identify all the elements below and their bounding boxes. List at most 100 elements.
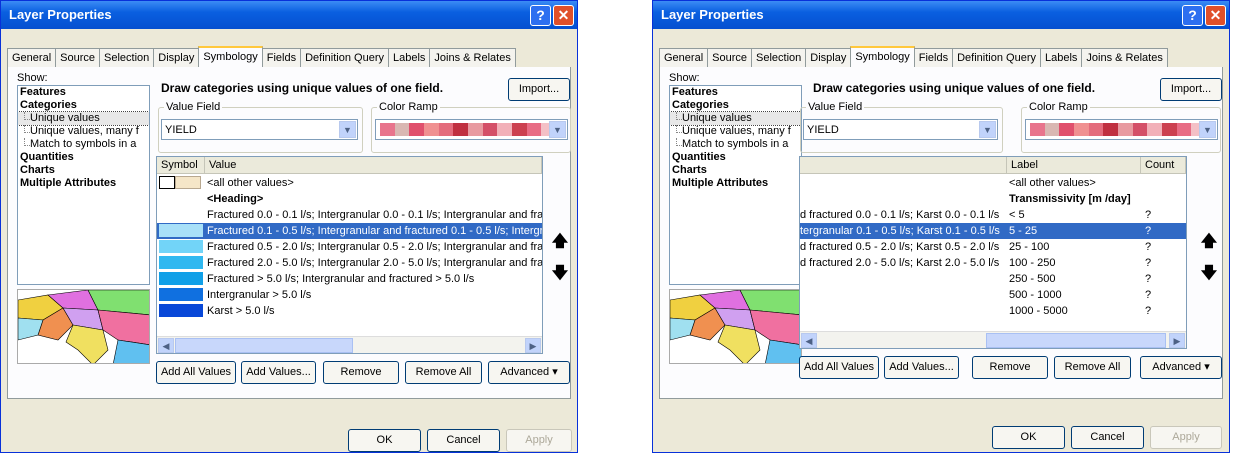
show-item-features[interactable]: Features — [18, 86, 149, 99]
scroll-right-icon[interactable]: ▶ — [1169, 333, 1185, 348]
import-button[interactable]: Import... — [1160, 78, 1222, 101]
tab-symbology[interactable]: Symbology — [198, 46, 263, 67]
table-row[interactable]: d fractured 0.0 - 0.1 l/s; Karst 0.0 - 0… — [800, 207, 1186, 223]
close-button[interactable]: ✕ — [553, 5, 574, 26]
ok-button[interactable]: OK — [348, 429, 421, 452]
arrow-down-icon[interactable]: 🡇 — [1199, 263, 1219, 285]
tab-source[interactable]: Source — [55, 48, 100, 67]
close-button[interactable]: ✕ — [1205, 5, 1226, 26]
table-row[interactable]: <all other values> — [157, 175, 542, 191]
remove-button[interactable]: Remove — [972, 356, 1048, 379]
color-ramp-select[interactable]: ▼ — [375, 119, 568, 140]
symbol-swatch[interactable] — [159, 256, 203, 269]
add-all-values-button[interactable]: Add All Values — [156, 361, 236, 384]
column-header-label[interactable]: Label — [1007, 157, 1141, 174]
tab-general[interactable]: General — [7, 48, 57, 67]
show-item-quantities[interactable]: Quantities — [18, 151, 149, 164]
show-item-charts[interactable]: Charts — [18, 164, 149, 177]
tab-selection[interactable]: Selection — [99, 48, 155, 67]
remove-all-button[interactable]: Remove All — [405, 361, 482, 384]
add-values-button[interactable]: Add Values... — [241, 361, 316, 384]
arrow-down-icon[interactable]: 🡇 — [550, 263, 570, 285]
show-item-unique-values[interactable]: Unique values — [18, 111, 149, 126]
show-item-unique-values[interactable]: Unique values — [670, 111, 801, 126]
tab-labels[interactable]: Labels — [1039, 48, 1083, 67]
value-field-select[interactable]: YIELD ▼ — [803, 119, 998, 140]
symbol-swatch[interactable] — [159, 288, 203, 301]
symbol-value-list[interactable]: Symbol Value <all other values> <Heading>… — [156, 156, 543, 354]
tab-source[interactable]: Source — [707, 48, 752, 67]
table-row[interactable]: 500 - 1000? — [800, 287, 1186, 303]
show-item-features[interactable]: Features — [670, 86, 801, 99]
scroll-left-icon[interactable]: ◀ — [801, 333, 817, 348]
show-item-match-to-symbols-in-a[interactable]: Match to symbols in a — [18, 138, 149, 151]
column-header-value[interactable] — [800, 157, 1007, 174]
tab-display[interactable]: Display — [153, 48, 200, 67]
tab-selection[interactable]: Selection — [751, 48, 807, 67]
horizontal-scrollbar[interactable]: ◀ ▶ — [800, 331, 1186, 348]
column-header-symbol[interactable]: Symbol — [157, 157, 205, 174]
table-row[interactable]: Fractured 0.1 - 0.5 l/s; Intergranular a… — [157, 223, 542, 239]
column-header-count[interactable]: Count — [1141, 157, 1186, 174]
table-row[interactable]: d fractured 0.5 - 2.0 l/s; Karst 0.5 - 2… — [800, 239, 1186, 255]
show-item-quantities[interactable]: Quantities — [670, 151, 801, 164]
column-header-value[interactable]: Value — [205, 157, 542, 174]
add-all-values-button[interactable]: Add All Values — [799, 356, 879, 379]
horizontal-scrollbar[interactable]: ◀ ▶ — [157, 336, 542, 353]
table-row[interactable]: tergranular 0.1 - 0.5 l/s; Karst 0.1 - 0… — [800, 223, 1186, 239]
tab-general[interactable]: General — [659, 48, 709, 67]
import-button[interactable]: Import... — [508, 78, 570, 101]
symbol-swatch[interactable] — [159, 224, 203, 237]
advanced-button[interactable]: Advanced ▾ — [1140, 356, 1222, 379]
table-row[interactable]: Transmissivity [m /day] — [800, 191, 1186, 207]
table-row[interactable]: Intergranular > 5.0 l/s — [157, 287, 542, 303]
tab-joins-relates[interactable]: Joins & Relates — [429, 48, 516, 67]
scroll-right-icon[interactable]: ▶ — [525, 338, 541, 353]
show-tree[interactable]: Features Categories Unique values Unique va… — [17, 85, 150, 285]
table-row[interactable]: <all other values> — [800, 175, 1186, 191]
show-item-unique-values-many-f[interactable]: Unique values, many f — [670, 125, 801, 138]
symbol-value-list[interactable]: Label Count <all other values> Transmissi… — [799, 156, 1187, 349]
tab-fields[interactable]: Fields — [913, 48, 954, 67]
tab-definition-query[interactable]: Definition Query — [952, 48, 1041, 67]
help-button[interactable]: ? — [1182, 5, 1203, 26]
show-item-categories[interactable]: Categories — [670, 99, 801, 112]
table-row[interactable]: Fractured 0.5 - 2.0 l/s; Intergranular 0… — [157, 239, 542, 255]
show-tree[interactable]: Features Categories Unique values Unique va… — [669, 85, 802, 285]
symbol-swatch[interactable] — [159, 176, 175, 189]
show-item-categories[interactable]: Categories — [18, 99, 149, 112]
cancel-button[interactable]: Cancel — [1071, 426, 1144, 449]
remove-all-button[interactable]: Remove All — [1054, 356, 1131, 379]
table-row[interactable]: Fractured > 5.0 l/s; Intergranular and f… — [157, 271, 542, 287]
table-row[interactable]: d fractured 2.0 - 5.0 l/s; Karst 2.0 - 5… — [800, 255, 1186, 271]
advanced-button[interactable]: Advanced ▾ — [488, 361, 570, 384]
tab-symbology[interactable]: Symbology — [850, 46, 915, 67]
table-row[interactable]: 1000 - 5000? — [800, 303, 1186, 319]
tab-definition-query[interactable]: Definition Query — [300, 48, 389, 67]
symbol-swatch[interactable] — [159, 272, 203, 285]
tab-fields[interactable]: Fields — [261, 48, 302, 67]
cancel-button[interactable]: Cancel — [427, 429, 500, 452]
apply-button[interactable]: Apply — [1150, 426, 1222, 449]
symbol-swatch[interactable] — [159, 208, 203, 221]
show-item-unique-values-many-f[interactable]: Unique values, many f — [18, 125, 149, 138]
value-field-select[interactable]: YIELD ▼ — [161, 119, 358, 140]
arrow-up-icon[interactable]: 🡅 — [1199, 231, 1219, 253]
tab-labels[interactable]: Labels — [387, 48, 431, 67]
table-row[interactable]: Fractured 2.0 - 5.0 l/s; Intergranular 2… — [157, 255, 542, 271]
show-item-match-to-symbols-in-a[interactable]: Match to symbols in a — [670, 138, 801, 151]
symbol-swatch[interactable] — [159, 304, 203, 317]
color-ramp-select[interactable]: ▼ — [1025, 119, 1218, 140]
table-row[interactable]: 250 - 500? — [800, 271, 1186, 287]
show-item-multiple-attributes[interactable]: Multiple Attributes — [18, 177, 149, 190]
table-row[interactable]: Fractured 0.0 - 0.1 l/s; Intergranular 0… — [157, 207, 542, 223]
help-button[interactable]: ? — [530, 5, 551, 26]
show-item-multiple-attributes[interactable]: Multiple Attributes — [670, 177, 801, 190]
add-values-button[interactable]: Add Values... — [884, 356, 959, 379]
tab-display[interactable]: Display — [805, 48, 852, 67]
tab-joins-relates[interactable]: Joins & Relates — [1081, 48, 1168, 67]
remove-button[interactable]: Remove — [323, 361, 399, 384]
ok-button[interactable]: OK — [992, 426, 1065, 449]
symbol-swatch[interactable] — [159, 240, 203, 253]
scroll-thumb[interactable] — [175, 338, 353, 353]
